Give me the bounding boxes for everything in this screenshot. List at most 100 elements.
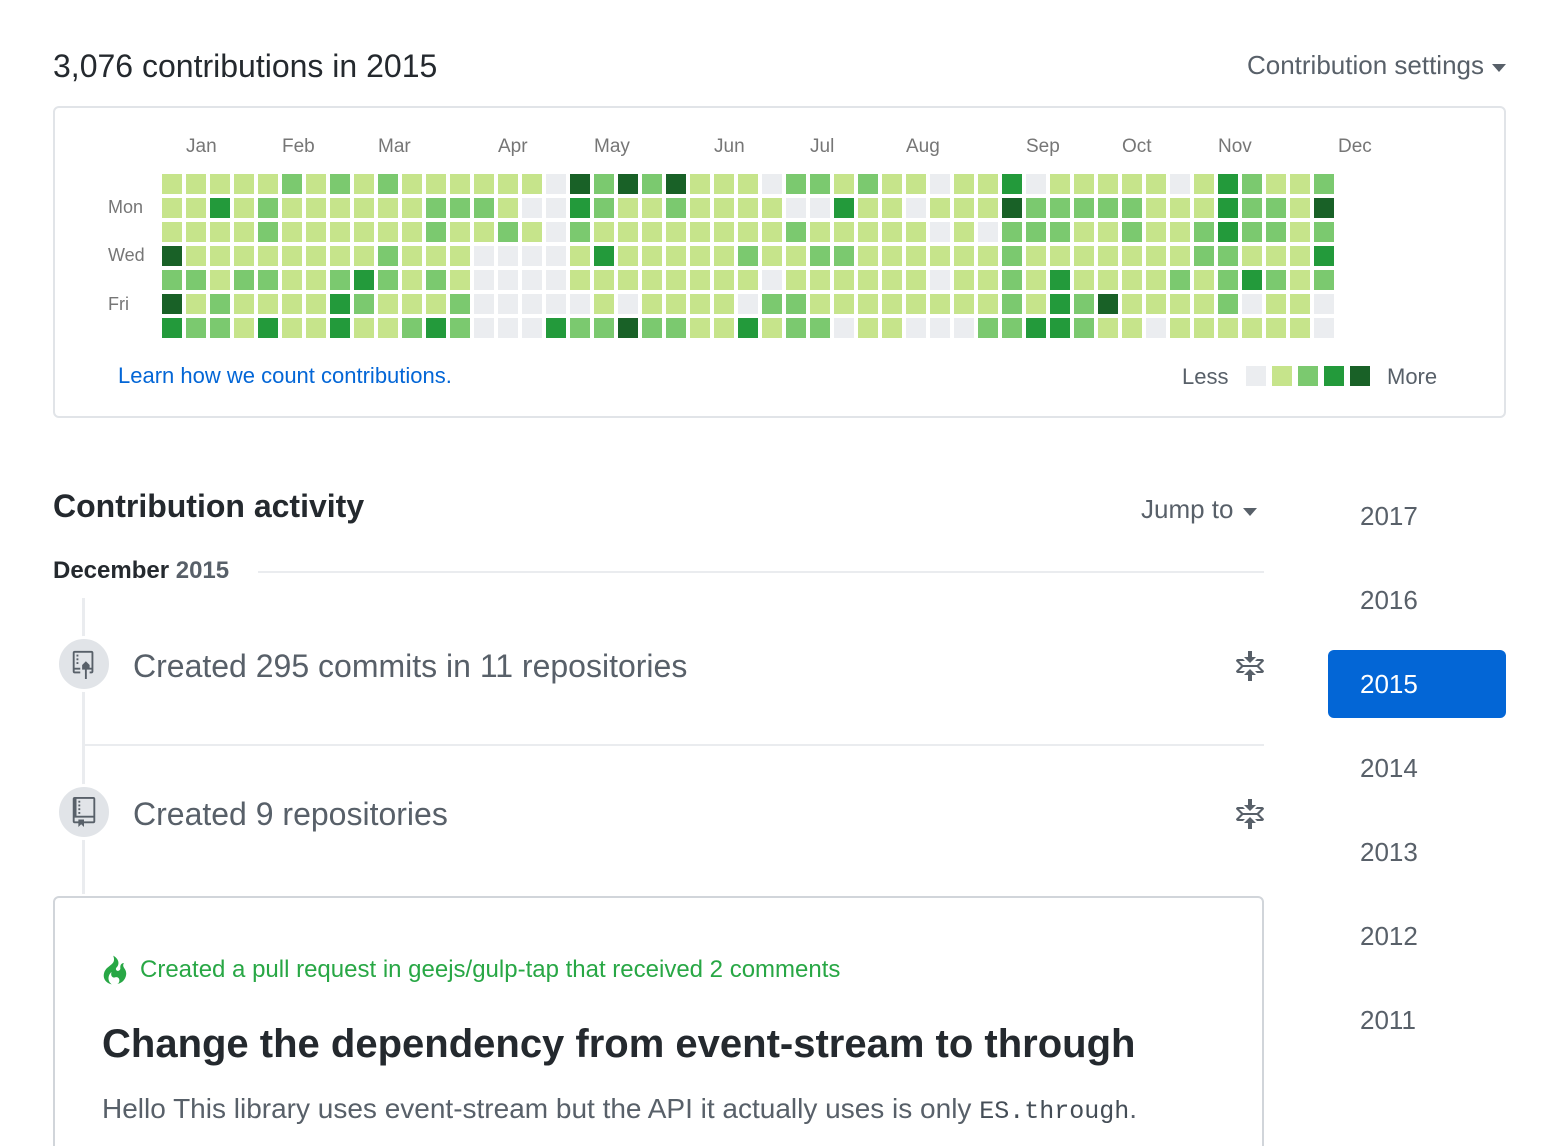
contribution-day-cell[interactable] xyxy=(1170,198,1190,218)
contribution-day-cell[interactable] xyxy=(450,198,470,218)
contribution-day-cell[interactable] xyxy=(666,318,686,338)
contribution-day-cell[interactable] xyxy=(1194,270,1214,290)
contribution-day-cell[interactable] xyxy=(498,222,518,242)
contribution-day-cell[interactable] xyxy=(474,318,494,338)
contribution-day-cell[interactable] xyxy=(426,270,446,290)
contribution-day-cell[interactable] xyxy=(1218,246,1238,266)
contribution-day-cell[interactable] xyxy=(690,246,710,266)
contribution-day-cell[interactable] xyxy=(882,318,902,338)
contribution-day-cell[interactable] xyxy=(1122,222,1142,242)
contribution-day-cell[interactable] xyxy=(234,294,254,314)
year-item-2013[interactable]: 2013 xyxy=(1328,818,1506,886)
contribution-day-cell[interactable] xyxy=(642,270,662,290)
contribution-day-cell[interactable] xyxy=(738,246,758,266)
contribution-day-cell[interactable] xyxy=(1314,294,1334,314)
contribution-day-cell[interactable] xyxy=(210,318,230,338)
contribution-day-cell[interactable] xyxy=(1146,294,1166,314)
contribution-day-cell[interactable] xyxy=(522,270,542,290)
contribution-day-cell[interactable] xyxy=(234,318,254,338)
contribution-day-cell[interactable] xyxy=(1002,174,1022,194)
contribution-day-cell[interactable] xyxy=(306,318,326,338)
contribution-day-cell[interactable] xyxy=(858,222,878,242)
contribution-day-cell[interactable] xyxy=(714,174,734,194)
contribution-day-cell[interactable] xyxy=(738,174,758,194)
contribution-day-cell[interactable] xyxy=(1050,270,1070,290)
contribution-day-cell[interactable] xyxy=(426,246,446,266)
contribution-day-cell[interactable] xyxy=(162,222,182,242)
contribution-day-cell[interactable] xyxy=(354,294,374,314)
year-item-2011[interactable]: 2011 xyxy=(1328,986,1506,1054)
contribution-day-cell[interactable] xyxy=(714,222,734,242)
contribution-day-cell[interactable] xyxy=(234,246,254,266)
contribution-day-cell[interactable] xyxy=(858,174,878,194)
contribution-day-cell[interactable] xyxy=(714,246,734,266)
contribution-day-cell[interactable] xyxy=(1074,318,1094,338)
contribution-day-cell[interactable] xyxy=(1218,198,1238,218)
contribution-day-cell[interactable] xyxy=(1314,270,1334,290)
contribution-day-cell[interactable] xyxy=(834,246,854,266)
contribution-day-cell[interactable] xyxy=(474,246,494,266)
contribution-day-cell[interactable] xyxy=(306,174,326,194)
contribution-day-cell[interactable] xyxy=(1314,174,1334,194)
contribution-day-cell[interactable] xyxy=(690,174,710,194)
contribution-day-cell[interactable] xyxy=(1242,222,1262,242)
contribution-day-cell[interactable] xyxy=(1218,294,1238,314)
contribution-day-cell[interactable] xyxy=(594,174,614,194)
contribution-day-cell[interactable] xyxy=(978,246,998,266)
contribution-day-cell[interactable] xyxy=(1218,174,1238,194)
contribution-day-cell[interactable] xyxy=(1266,174,1286,194)
contribution-day-cell[interactable] xyxy=(162,246,182,266)
contribution-day-cell[interactable] xyxy=(738,222,758,242)
contribution-day-cell[interactable] xyxy=(330,270,350,290)
contribution-day-cell[interactable] xyxy=(570,198,590,218)
contribution-day-cell[interactable] xyxy=(402,222,422,242)
contribution-day-cell[interactable] xyxy=(978,222,998,242)
contribution-day-cell[interactable] xyxy=(306,270,326,290)
contribution-day-cell[interactable] xyxy=(1290,246,1310,266)
contribution-day-cell[interactable] xyxy=(402,198,422,218)
contribution-day-cell[interactable] xyxy=(690,318,710,338)
contribution-day-cell[interactable] xyxy=(450,222,470,242)
contribution-day-cell[interactable] xyxy=(378,198,398,218)
contribution-day-cell[interactable] xyxy=(714,198,734,218)
contribution-day-cell[interactable] xyxy=(546,294,566,314)
contribution-day-cell[interactable] xyxy=(330,174,350,194)
contribution-day-cell[interactable] xyxy=(1026,198,1046,218)
contribution-day-cell[interactable] xyxy=(882,246,902,266)
contribution-day-cell[interactable] xyxy=(474,198,494,218)
contribution-day-cell[interactable] xyxy=(1290,198,1310,218)
contribution-day-cell[interactable] xyxy=(594,222,614,242)
contribution-day-cell[interactable] xyxy=(498,198,518,218)
contribution-day-cell[interactable] xyxy=(1314,246,1334,266)
contribution-day-cell[interactable] xyxy=(426,222,446,242)
contribution-day-cell[interactable] xyxy=(186,198,206,218)
contribution-day-cell[interactable] xyxy=(498,246,518,266)
contribution-day-cell[interactable] xyxy=(834,270,854,290)
contribution-day-cell[interactable] xyxy=(306,198,326,218)
contribution-day-cell[interactable] xyxy=(1242,246,1262,266)
activity-item-repositories[interactable]: Created 9 repositories xyxy=(133,796,448,833)
contribution-day-cell[interactable] xyxy=(978,270,998,290)
contribution-day-cell[interactable] xyxy=(1122,270,1142,290)
contribution-day-cell[interactable] xyxy=(882,198,902,218)
contribution-day-cell[interactable] xyxy=(186,294,206,314)
contribution-day-cell[interactable] xyxy=(162,174,182,194)
contribution-day-cell[interactable] xyxy=(570,222,590,242)
contribution-day-cell[interactable] xyxy=(1074,222,1094,242)
year-item-2014[interactable]: 2014 xyxy=(1328,734,1506,802)
contribution-day-cell[interactable] xyxy=(1146,198,1166,218)
contribution-day-cell[interactable] xyxy=(426,174,446,194)
contribution-day-cell[interactable] xyxy=(930,198,950,218)
contribution-day-cell[interactable] xyxy=(810,198,830,218)
contribution-day-cell[interactable] xyxy=(666,174,686,194)
contribution-day-cell[interactable] xyxy=(930,318,950,338)
contribution-day-cell[interactable] xyxy=(1146,318,1166,338)
contribution-day-cell[interactable] xyxy=(546,198,566,218)
contribution-day-cell[interactable] xyxy=(1074,246,1094,266)
contribution-day-cell[interactable] xyxy=(378,174,398,194)
contribution-day-cell[interactable] xyxy=(1170,174,1190,194)
contribution-day-cell[interactable] xyxy=(1170,294,1190,314)
contribution-day-cell[interactable] xyxy=(1242,198,1262,218)
contribution-day-cell[interactable] xyxy=(1194,222,1214,242)
contribution-day-cell[interactable] xyxy=(354,270,374,290)
